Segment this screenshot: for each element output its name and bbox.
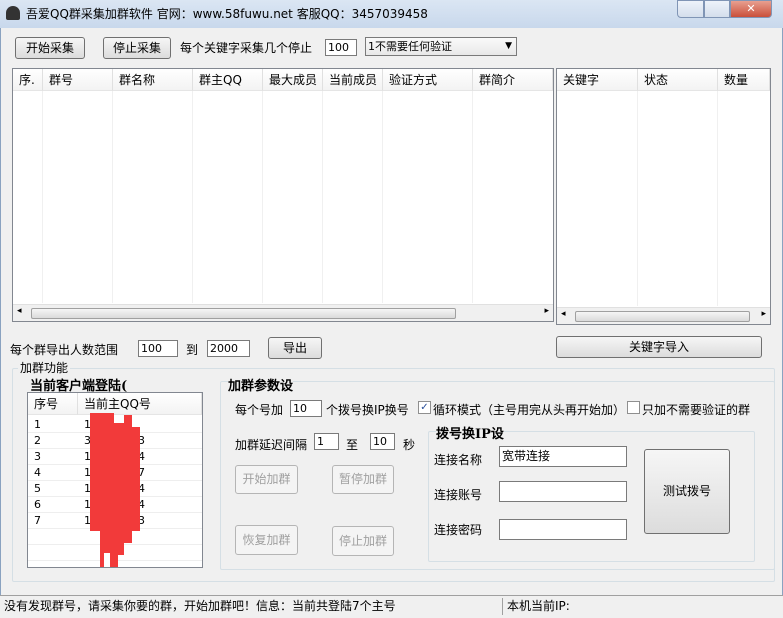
col-header[interactable]: 状态 [638, 69, 718, 91]
loop-mode-label: 循环模式（主号用完从头再开始加） [433, 403, 626, 417]
start-collect-button[interactable]: 开始采集 [15, 37, 85, 59]
col-header[interactable]: 序号 [28, 393, 78, 415]
app-icon [6, 6, 20, 20]
stop-add-button[interactable]: 停止加群 [332, 526, 394, 556]
params-title: 加群参数设 [228, 375, 294, 394]
keyword-import-button[interactable]: 关键字导入 [556, 336, 762, 358]
status-ip-label: 本机当前IP: [507, 599, 570, 613]
conn-name-input[interactable]: 宽带连接 [499, 446, 627, 467]
scroll-thumb[interactable] [575, 311, 750, 322]
per-account-label: 每个号加 [235, 403, 284, 417]
conn-name-label: 连接名称 [434, 453, 483, 467]
start-add-button[interactable]: 开始加群 [235, 465, 298, 494]
dial-title: 拨号换IP设 [436, 423, 504, 442]
client-no: 5 [34, 482, 41, 495]
group-table[interactable]: 序. 群号 群名称 群主QQ 最大成员 当前成员 验证方式 群简介 ◂ ▸ [12, 68, 554, 322]
close-button[interactable]: ✕ [730, 0, 772, 18]
conn-account-label: 连接账号 [434, 488, 483, 502]
client-no: 6 [34, 498, 41, 511]
scroll-left-icon[interactable]: ◂ [561, 309, 566, 319]
scroll-right-icon[interactable]: ▸ [544, 306, 549, 316]
delay-label: 加群延迟间隔 [235, 438, 308, 452]
pause-add-button[interactable]: 暂停加群 [332, 465, 394, 494]
verify-select[interactable]: 1不需要任何验证 ▼ [365, 37, 517, 56]
col-header[interactable]: 群简介 [473, 69, 553, 91]
col-header[interactable]: 验证方式 [383, 69, 473, 91]
client-no: 2 [34, 434, 41, 447]
delay-max-input[interactable]: 10 [370, 433, 395, 450]
to-label: 到 [186, 343, 199, 357]
maximize-button[interactable] [704, 0, 730, 18]
minimize-button[interactable] [677, 0, 704, 18]
resume-add-button[interactable]: 恢复加群 [235, 525, 298, 555]
chevron-down-icon: ▼ [505, 41, 512, 51]
delay-to-label: 至 [346, 438, 359, 452]
client-no: 7 [34, 514, 41, 527]
scroll-thumb[interactable] [31, 308, 456, 319]
col-header[interactable]: 关键字 [557, 69, 638, 91]
per-keyword-label: 每个关键字采集几个停止 [180, 41, 313, 55]
export-min-input[interactable]: 100 [138, 340, 178, 357]
col-header[interactable]: 当前主QQ号 [78, 393, 202, 415]
delay-unit-label: 秒 [403, 438, 416, 452]
status-message: 没有发现群号，请采集你要的群，开始加群吧！信息：当前共登陆7个主号 [4, 599, 396, 613]
conn-password-label: 连接密码 [434, 523, 483, 537]
col-header[interactable]: 序. [13, 69, 43, 91]
window-title: 吾爱QQ群采集加群软件 官网：www.58fuwu.net 客服QQ：34570… [26, 7, 428, 21]
col-header[interactable]: 当前成员 [323, 69, 383, 91]
clients-list[interactable]: 序号 当前主QQ号 11233314417514614713 [27, 392, 203, 568]
redaction-mark [90, 413, 140, 567]
col-header[interactable]: 最大成员 [263, 69, 323, 91]
status-bar: 没有发现群号，请采集你要的群，开始加群吧！信息：当前共登陆7个主号 本机当前IP… [0, 595, 783, 618]
conn-password-input[interactable] [499, 519, 627, 540]
keyword-table[interactable]: 关键字 状态 数量 ◂ ▸ [556, 68, 771, 325]
horizontal-scrollbar[interactable]: ◂ ▸ [557, 307, 770, 324]
add-group-title: 加群功能 [18, 359, 71, 376]
stop-collect-button[interactable]: 停止采集 [103, 37, 171, 59]
scroll-left-icon[interactable]: ◂ [17, 306, 22, 316]
delay-min-input[interactable]: 1 [314, 433, 339, 450]
client-no: 3 [34, 450, 41, 463]
client-no: 1 [34, 418, 41, 431]
col-header[interactable]: 群号 [43, 69, 113, 91]
test-dial-button[interactable]: 测试拨号 [644, 449, 730, 534]
export-range-label: 每个群导出人数范围 [10, 343, 119, 357]
col-header[interactable]: 数量 [718, 69, 770, 91]
client-no: 4 [34, 466, 41, 479]
no-verify-only-checkbox[interactable] [627, 401, 640, 414]
col-header[interactable]: 群主QQ [193, 69, 263, 91]
scroll-right-icon[interactable]: ▸ [761, 309, 766, 319]
export-button[interactable]: 导出 [268, 337, 322, 359]
per-account-input[interactable]: 10 [290, 400, 322, 417]
horizontal-scrollbar[interactable]: ◂ ▸ [13, 304, 553, 321]
conn-account-input[interactable] [499, 481, 627, 502]
verify-select-value: 1不需要任何验证 [368, 40, 452, 53]
loop-mode-checkbox[interactable]: ✓ [418, 401, 431, 414]
col-header[interactable]: 群名称 [113, 69, 193, 91]
export-max-input[interactable]: 2000 [207, 340, 250, 357]
no-verify-only-label: 只加不需要验证的群 [642, 403, 751, 417]
status-divider [502, 598, 503, 615]
per-account-suffix: 个拨号换IP换号 [326, 403, 409, 417]
per-keyword-input[interactable]: 100 [325, 39, 357, 56]
